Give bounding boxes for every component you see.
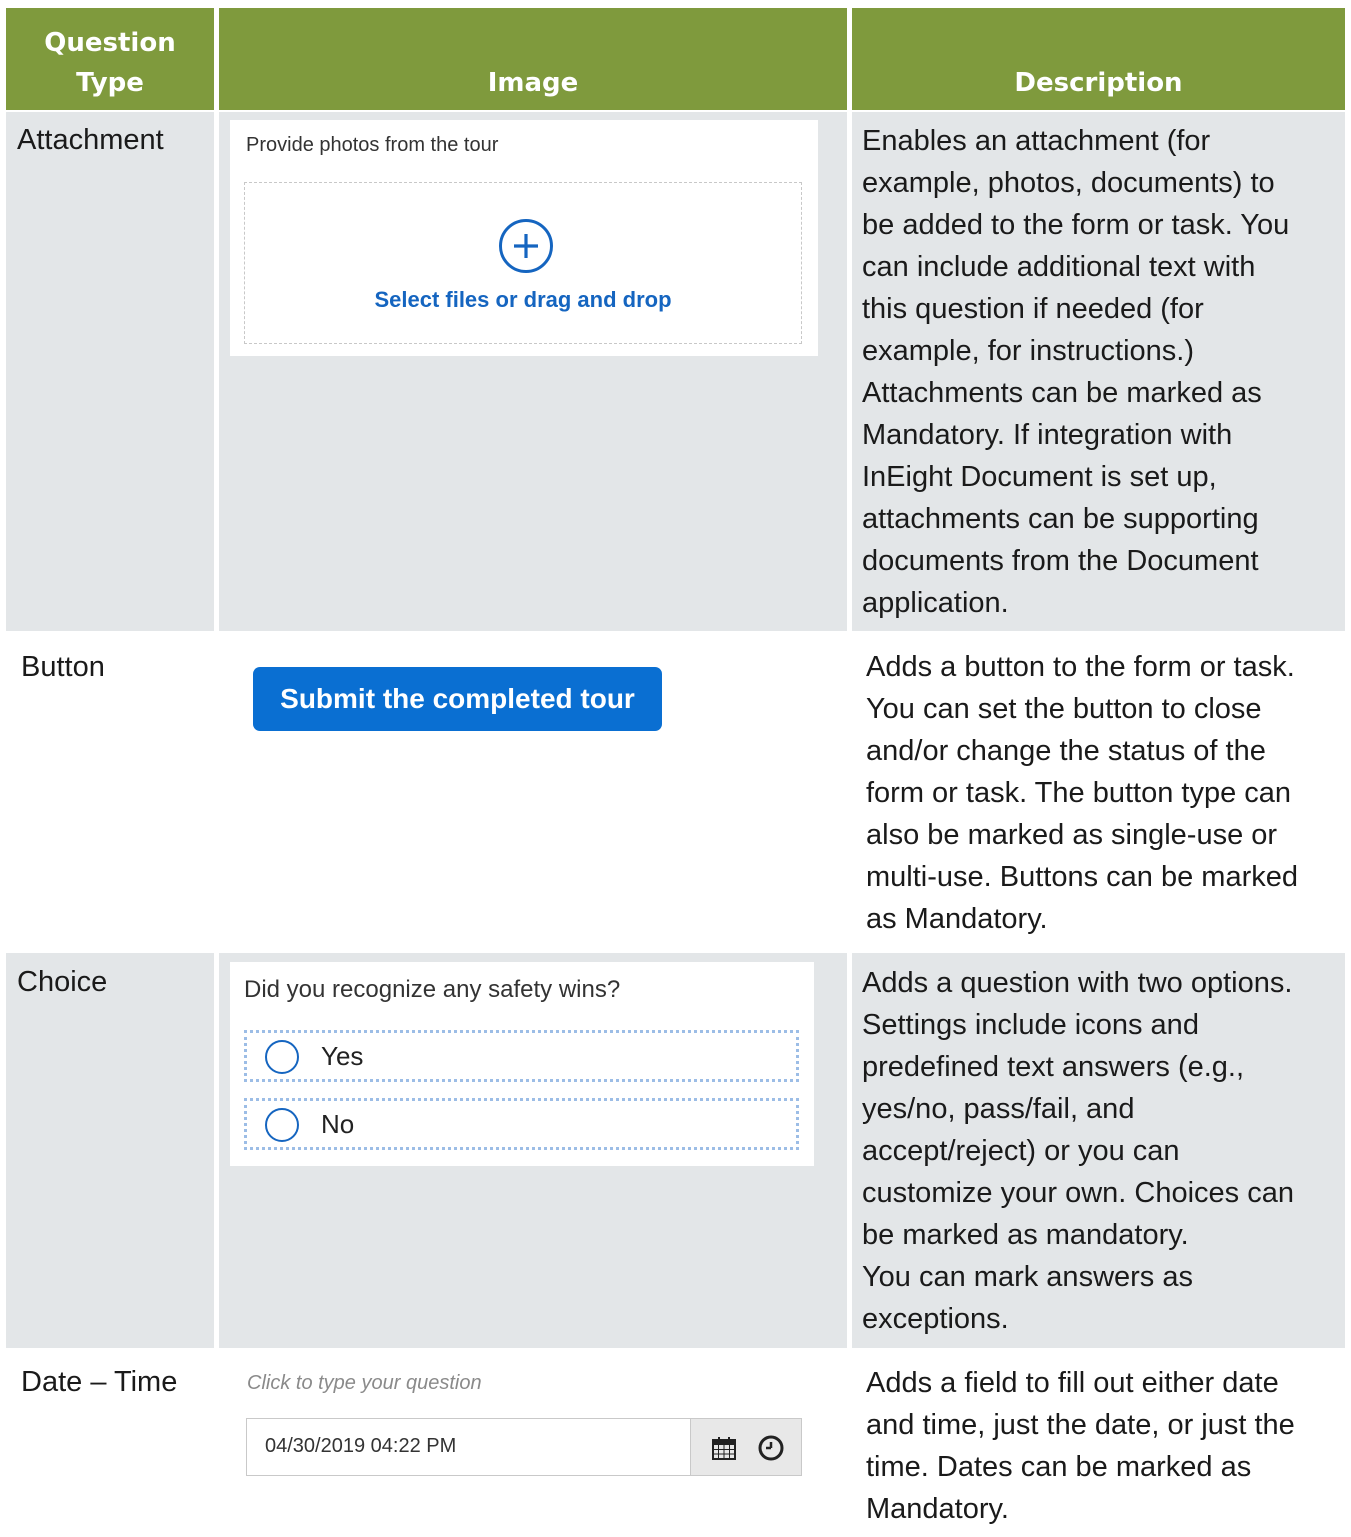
- radio-no[interactable]: [265, 1108, 299, 1142]
- date-time-icon-group: [690, 1419, 801, 1475]
- file-drop-zone[interactable]: Select files or drag and drop: [244, 182, 802, 344]
- header-image: Image: [219, 8, 847, 110]
- question-type-attachment: Attachment: [17, 124, 164, 156]
- plus-circle-icon[interactable]: [498, 218, 554, 274]
- choice-label-yes: Yes: [321, 1041, 364, 1071]
- header-description: Description: [852, 8, 1345, 110]
- header-question-type: Question Type: [6, 8, 214, 110]
- select-files-link[interactable]: Select files or drag and drop: [245, 287, 801, 313]
- question-type-date-time: Date – Time: [21, 1366, 178, 1398]
- row-choice-type-cell: [6, 953, 214, 1348]
- header-question-type-line2: Type: [76, 68, 144, 98]
- choice-option-no[interactable]: No: [244, 1098, 799, 1150]
- attachment-widget: Provide photos from the tour Select file…: [230, 120, 818, 356]
- submit-completed-tour-button[interactable]: Submit the completed tour: [253, 667, 662, 731]
- choice-label-no: No: [321, 1109, 355, 1139]
- header-question-type-line1: Question: [44, 28, 176, 58]
- date-time-question-placeholder[interactable]: Click to type your question: [247, 1372, 482, 1395]
- clock-icon[interactable]: [757, 1434, 785, 1462]
- description-date-time: Adds a field to fill out either date and…: [866, 1367, 1295, 1525]
- calendar-icon[interactable]: [711, 1435, 737, 1461]
- attachment-label: Provide photos from the tour: [246, 134, 499, 156]
- description-button: Adds a button to the form or task. You c…: [866, 651, 1298, 935]
- description-choice: Adds a question with two options. Settin…: [862, 967, 1294, 1335]
- choice-widget: Did you recognize any safety wins? Yes N…: [230, 962, 814, 1166]
- question-type-button: Button: [21, 651, 105, 683]
- row-attachment-type-cell: [6, 112, 214, 631]
- radio-yes[interactable]: [265, 1040, 299, 1074]
- date-time-value: 04/30/2019 04:22 PM: [265, 1435, 457, 1457]
- description-attachment: Enables an attachment (for example, phot…: [862, 125, 1290, 619]
- choice-question: Did you recognize any safety wins?: [244, 976, 621, 1003]
- question-type-choice: Choice: [17, 966, 108, 998]
- choice-option-yes[interactable]: Yes: [244, 1030, 799, 1082]
- date-time-input[interactable]: 04/30/2019 04:22 PM: [246, 1418, 802, 1476]
